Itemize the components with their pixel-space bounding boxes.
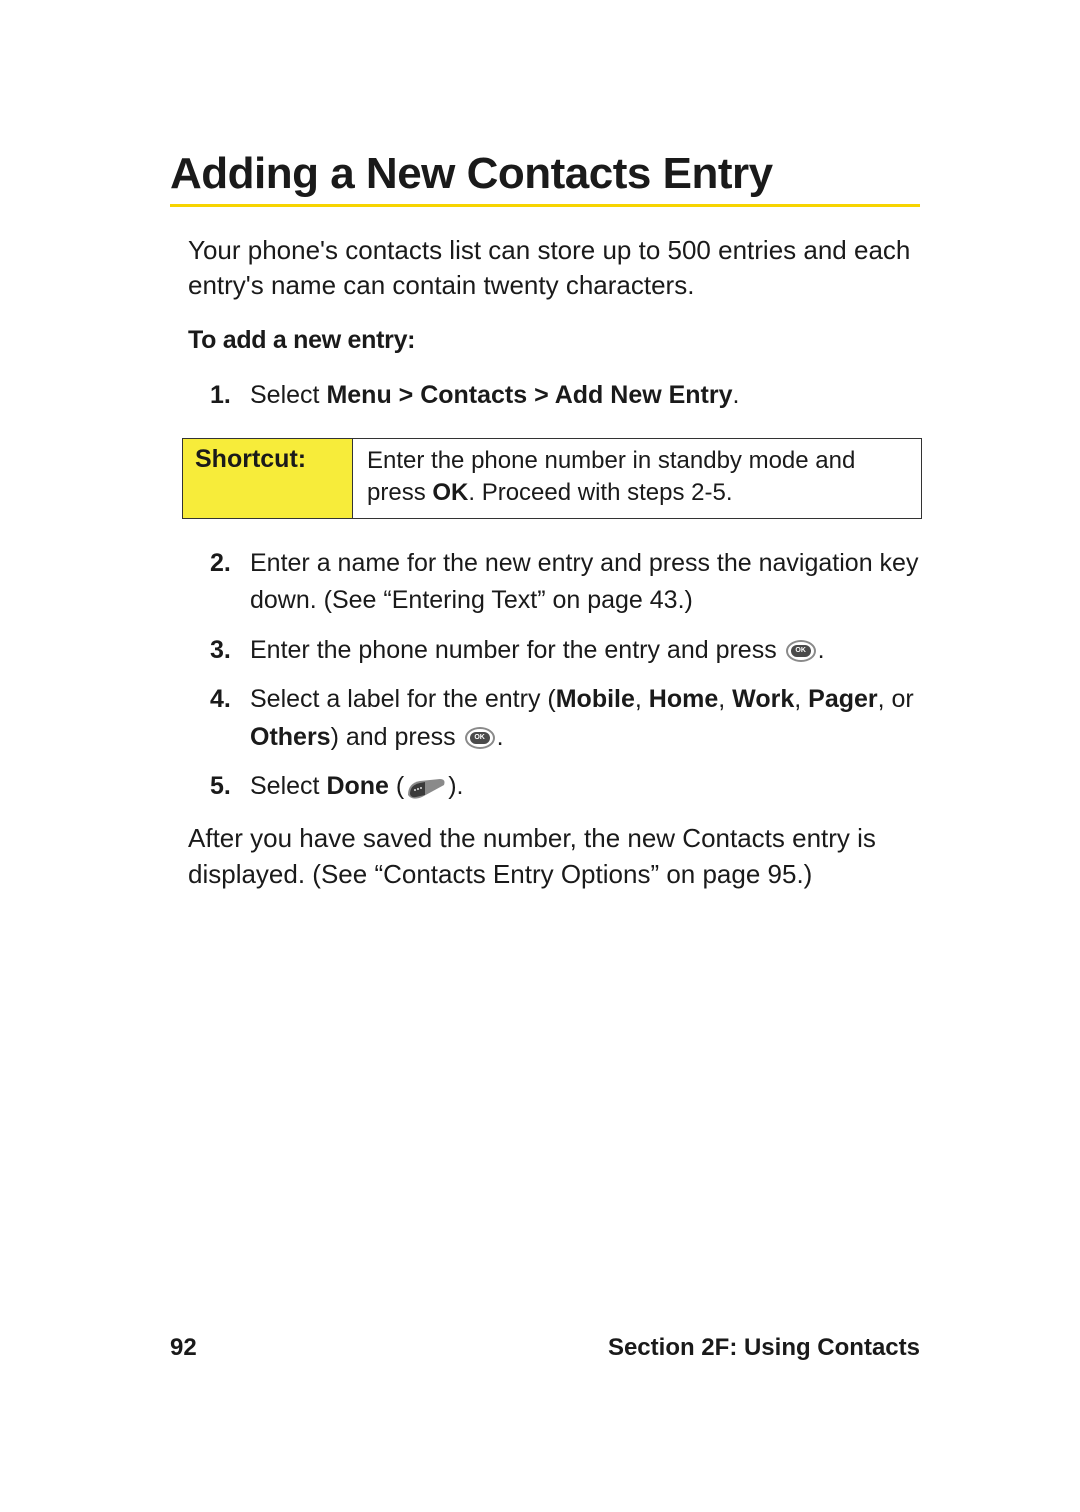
shortcut-label: Shortcut: (183, 439, 353, 518)
ok-button-icon: OK (786, 640, 816, 662)
title-underline (170, 204, 920, 207)
step-5: 5. Select Done ( ). (210, 768, 920, 806)
step-1: 1. Select Menu > Contacts > Add New Entr… (210, 377, 920, 415)
step-text: Enter a name for the new entry and press… (250, 549, 918, 615)
shortcut-callout: Shortcut: Enter the phone number in stan… (182, 438, 922, 519)
step-2: 2. Enter a name for the new entry and pr… (210, 545, 920, 620)
page-footer: 92 Section 2F: Using Contacts (170, 1334, 920, 1362)
step-number: 3. (210, 632, 231, 670)
page-number: 92 (170, 1334, 197, 1362)
step-text: Select a label for the entry (Mobile, Ho… (250, 685, 914, 751)
ok-button-icon: OK (465, 727, 495, 749)
body-content: Your phone's contacts list can store up … (188, 233, 920, 892)
left-softkey-icon (406, 777, 446, 799)
shortcut-text: Enter the phone number in standby mode a… (353, 439, 921, 518)
step-4: 4. Select a label for the entry (Mobile,… (210, 681, 920, 756)
step-3: 3. Enter the phone number for the entry … (210, 632, 920, 670)
page-title: Adding a New Contacts Entry (170, 150, 920, 198)
step-text: Select Menu > Contacts > Add New Entry. (250, 381, 739, 409)
step-number: 1. (210, 377, 231, 415)
step-number: 4. (210, 681, 231, 719)
procedure-subhead: To add a new entry: (188, 326, 920, 355)
step-number: 5. (210, 768, 231, 806)
section-label: Section 2F: Using Contacts (608, 1334, 920, 1362)
intro-paragraph: Your phone's contacts list can store up … (188, 233, 920, 303)
steps-list: 1. Select Menu > Contacts > Add New Entr… (210, 377, 920, 415)
closing-paragraph: After you have saved the number, the new… (188, 820, 920, 893)
manual-page: Adding a New Contacts Entry Your phone's… (0, 0, 1080, 1512)
step-text: Select Done ( ). (250, 772, 464, 800)
steps-list-cont: 2. Enter a name for the new entry and pr… (210, 545, 920, 806)
step-number: 2. (210, 545, 231, 583)
step-text: Enter the phone number for the entry and… (250, 636, 825, 664)
